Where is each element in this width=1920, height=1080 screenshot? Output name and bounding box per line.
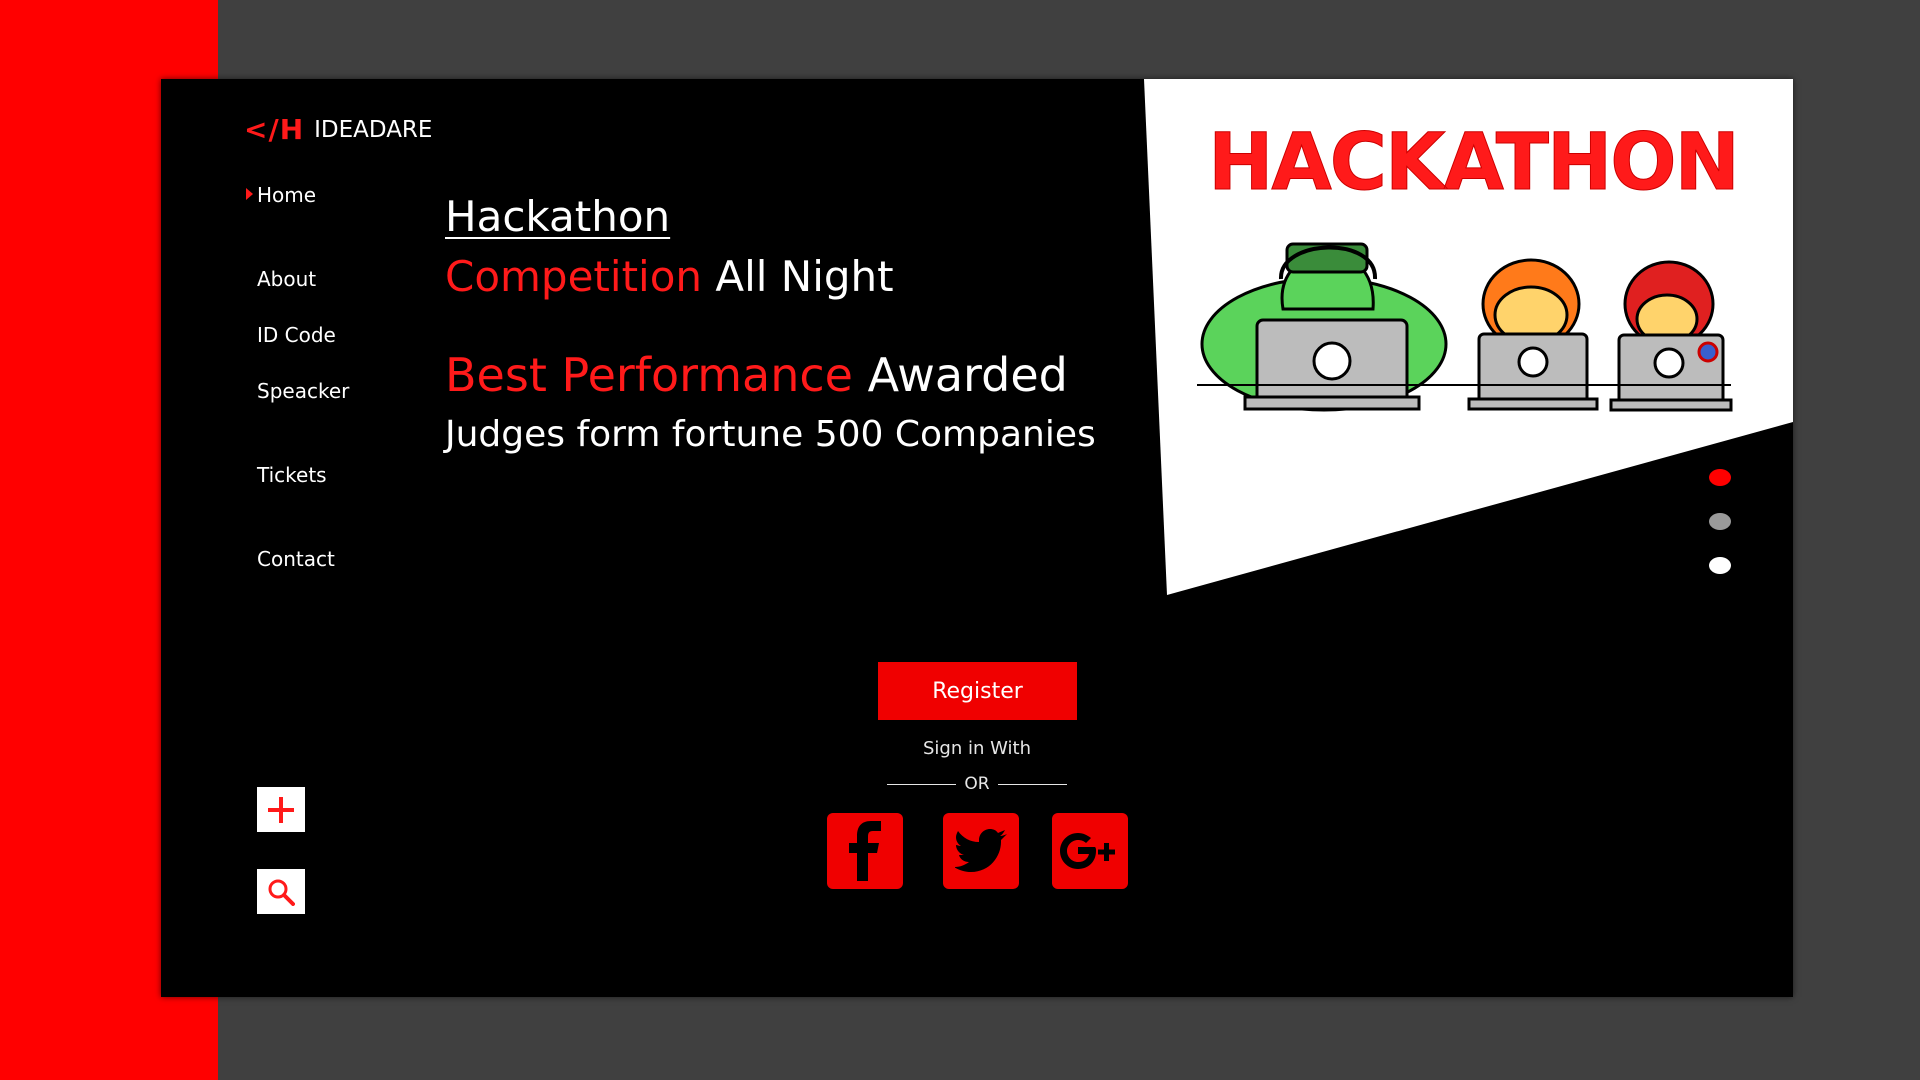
register-button[interactable]: Register xyxy=(878,662,1077,720)
nav-item-speacker[interactable]: Speacker xyxy=(257,379,349,403)
nav-item-label: Contact xyxy=(257,547,335,571)
hero-tagline: Best Performance Awarded xyxy=(445,348,1068,402)
hero-headline: Hackathon Competition All Night Best Per… xyxy=(445,187,1096,465)
facebook-button[interactable] xyxy=(827,813,903,889)
search-button[interactable] xyxy=(257,869,305,914)
nav-item-id-code[interactable]: ID Code xyxy=(257,323,336,347)
nav-item-label: Home xyxy=(257,183,317,207)
slider-dot-2[interactable] xyxy=(1709,513,1731,530)
or-divider: OR xyxy=(887,772,1068,796)
facebook-icon xyxy=(849,821,881,881)
hackathon-banner-text: HACKATHON xyxy=(1208,118,1738,208)
slider-dot-3[interactable] xyxy=(1709,557,1731,574)
nav-item-label: About xyxy=(257,267,317,291)
nav-item-about[interactable]: About xyxy=(257,267,316,291)
active-indicator-icon xyxy=(246,188,253,200)
nav-item-label: Tickets xyxy=(257,463,327,487)
nav-item-tickets[interactable]: Tickets xyxy=(257,463,327,487)
divider-line xyxy=(997,783,1068,785)
nav-item-label: ID Code xyxy=(257,323,336,347)
hero-judges-text: Judges form fortune 500 Companies xyxy=(445,414,1096,455)
nav-item-label: Speacker xyxy=(257,379,350,403)
twitter-icon xyxy=(955,829,1007,872)
twitter-button[interactable] xyxy=(943,813,1019,889)
nav-item-home[interactable]: Home xyxy=(246,183,317,207)
brand-name: IDEADARE xyxy=(314,116,433,143)
plus-icon xyxy=(268,796,294,823)
or-text: OR xyxy=(964,774,990,794)
hero-title: Hackathon xyxy=(445,192,671,241)
google-plus-icon xyxy=(1060,833,1115,869)
divider-line xyxy=(887,783,957,785)
add-button[interactable] xyxy=(257,787,305,832)
sign-in-label: Sign in With xyxy=(923,738,1031,759)
slider-dot-1[interactable] xyxy=(1709,469,1731,486)
brand-logo[interactable]: </H IDEADARE xyxy=(244,113,432,146)
landing-card: HACKATHON </H IDEADARE Home About ID Cod… xyxy=(161,79,1793,997)
nav-item-contact[interactable]: Contact xyxy=(257,547,335,571)
brand-mark-icon: </H xyxy=(244,113,305,146)
hero-subtitle: Competition All Night xyxy=(445,252,894,301)
google-plus-button[interactable] xyxy=(1052,813,1128,889)
search-icon xyxy=(268,879,295,906)
